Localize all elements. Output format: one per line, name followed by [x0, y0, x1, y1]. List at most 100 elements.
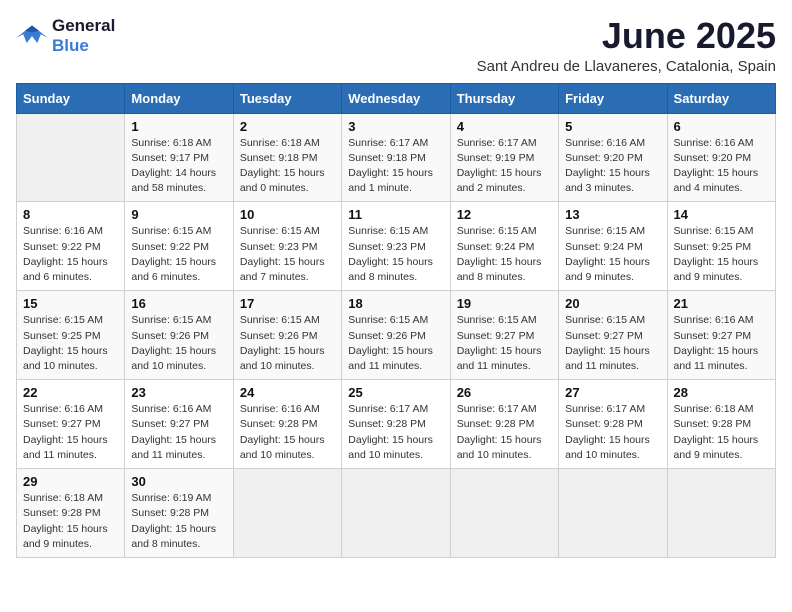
calendar-cell: 12Sunrise: 6:15 AMSunset: 9:24 PMDayligh…	[450, 202, 558, 291]
col-header-tuesday: Tuesday	[233, 83, 341, 113]
day-info: Sunrise: 6:15 AMSunset: 9:26 PMDaylight:…	[240, 313, 335, 374]
day-number: 16	[131, 296, 226, 311]
day-info: Sunrise: 6:16 AMSunset: 9:22 PMDaylight:…	[23, 224, 118, 285]
col-header-monday: Monday	[125, 83, 233, 113]
day-info: Sunrise: 6:17 AMSunset: 9:28 PMDaylight:…	[565, 402, 660, 463]
calendar-cell: 2 Sunrise: 6:18 AMSunset: 9:18 PMDaylight…	[233, 113, 341, 202]
calendar-table: SundayMondayTuesdayWednesdayThursdayFrid…	[16, 83, 776, 558]
day-info: Sunrise: 6:15 AMSunset: 9:25 PMDaylight:…	[674, 224, 769, 285]
day-info: Sunrise: 6:15 AMSunset: 9:23 PMDaylight:…	[348, 224, 443, 285]
calendar-cell: 21 Sunrise: 6:16 AMSunset: 9:27 PMDayligh…	[667, 291, 775, 380]
location-subtitle: Sant Andreu de Llavaneres, Catalonia, Sp…	[477, 58, 776, 75]
calendar-cell: 9 Sunrise: 6:15 AMSunset: 9:22 PMDaylight…	[125, 202, 233, 291]
day-number: 25	[348, 385, 443, 400]
calendar-cell: 11 Sunrise: 6:15 AMSunset: 9:23 PMDayligh…	[342, 202, 450, 291]
calendar-cell: 20Sunrise: 6:15 AMSunset: 9:27 PMDayligh…	[559, 291, 667, 380]
calendar-cell: 29Sunrise: 6:18 AMSunset: 9:28 PMDayligh…	[17, 469, 125, 558]
calendar-week-row: 29Sunrise: 6:18 AMSunset: 9:28 PMDayligh…	[17, 469, 776, 558]
calendar-week-row: 22 Sunrise: 6:16 AMSunset: 9:27 PMDayligh…	[17, 380, 776, 469]
day-number: 11	[348, 207, 443, 222]
day-info: Sunrise: 6:16 AMSunset: 9:20 PMDaylight:…	[674, 136, 769, 197]
calendar-cell: 13 Sunrise: 6:15 AMSunset: 9:24 PMDayligh…	[559, 202, 667, 291]
logo-text: General Blue	[52, 16, 115, 56]
day-number: 6	[674, 119, 769, 134]
day-number: 27	[565, 385, 660, 400]
calendar-cell: 22Sunrise: 6:16 AMSunset: 9:27 PMDayligh…	[17, 380, 125, 469]
calendar-cell	[342, 469, 450, 558]
calendar-cell	[667, 469, 775, 558]
day-number: 24	[240, 385, 335, 400]
calendar-cell: 6 Sunrise: 6:16 AMSunset: 9:20 PMDaylight…	[667, 113, 775, 202]
day-info: Sunrise: 6:15 AMSunset: 9:27 PMDaylight:…	[457, 313, 552, 374]
day-info: Sunrise: 6:17 AMSunset: 9:28 PMDaylight:…	[348, 402, 443, 463]
day-info: Sunrise: 6:17 AMSunset: 9:18 PMDaylight:…	[348, 136, 443, 197]
day-info: Sunrise: 6:18 AMSunset: 9:28 PMDaylight:…	[674, 402, 769, 463]
calendar-cell: 1Sunrise: 6:18 AMSunset: 9:17 PMDaylight…	[125, 113, 233, 202]
calendar-cell	[233, 469, 341, 558]
day-number: 14	[674, 207, 769, 222]
day-info: Sunrise: 6:19 AMSunset: 9:28 PMDaylight:…	[131, 491, 226, 552]
day-number: 17	[240, 296, 335, 311]
title-block: June 2025 Sant Andreu de Llavaneres, Cat…	[477, 16, 776, 75]
day-number: 15	[23, 296, 118, 311]
col-header-saturday: Saturday	[667, 83, 775, 113]
day-info: Sunrise: 6:17 AMSunset: 9:19 PMDaylight:…	[457, 136, 552, 197]
calendar-week-row: 8 Sunrise: 6:16 AMSunset: 9:22 PMDaylight…	[17, 202, 776, 291]
day-number: 8	[23, 207, 118, 222]
day-info: Sunrise: 6:18 AMSunset: 9:28 PMDaylight:…	[23, 491, 118, 552]
day-number: 22	[23, 385, 118, 400]
col-header-friday: Friday	[559, 83, 667, 113]
calendar-cell: 10 Sunrise: 6:15 AMSunset: 9:23 PMDayligh…	[233, 202, 341, 291]
calendar-cell: 19 Sunrise: 6:15 AMSunset: 9:27 PMDayligh…	[450, 291, 558, 380]
calendar-cell: 3 Sunrise: 6:17 AMSunset: 9:18 PMDaylight…	[342, 113, 450, 202]
day-number: 13	[565, 207, 660, 222]
day-number: 19	[457, 296, 552, 311]
day-info: Sunrise: 6:15 AMSunset: 9:22 PMDaylight:…	[131, 224, 226, 285]
day-info: Sunrise: 6:16 AMSunset: 9:27 PMDaylight:…	[131, 402, 226, 463]
day-number: 28	[674, 385, 769, 400]
day-info: Sunrise: 6:16 AMSunset: 9:27 PMDaylight:…	[674, 313, 769, 374]
calendar-cell: 24 Sunrise: 6:16 AMSunset: 9:28 PMDayligh…	[233, 380, 341, 469]
col-header-wednesday: Wednesday	[342, 83, 450, 113]
page-header: General Blue June 2025 Sant Andreu de Ll…	[16, 16, 776, 75]
day-info: Sunrise: 6:15 AMSunset: 9:23 PMDaylight:…	[240, 224, 335, 285]
day-number: 10	[240, 207, 335, 222]
calendar-week-row: 15 Sunrise: 6:15 AMSunset: 9:25 PMDayligh…	[17, 291, 776, 380]
day-info: Sunrise: 6:15 AMSunset: 9:26 PMDaylight:…	[131, 313, 226, 374]
calendar-cell: 18Sunrise: 6:15 AMSunset: 9:26 PMDayligh…	[342, 291, 450, 380]
month-title: June 2025	[477, 16, 776, 56]
day-number: 30	[131, 474, 226, 489]
calendar-cell: 14 Sunrise: 6:15 AMSunset: 9:25 PMDayligh…	[667, 202, 775, 291]
day-number: 9	[131, 207, 226, 222]
day-number: 5	[565, 119, 660, 134]
day-number: 20	[565, 296, 660, 311]
day-number: 21	[674, 296, 769, 311]
calendar-week-row: 1Sunrise: 6:18 AMSunset: 9:17 PMDaylight…	[17, 113, 776, 202]
calendar-cell: 5Sunrise: 6:16 AMSunset: 9:20 PMDaylight…	[559, 113, 667, 202]
day-info: Sunrise: 6:18 AMSunset: 9:18 PMDaylight:…	[240, 136, 335, 197]
day-number: 23	[131, 385, 226, 400]
day-info: Sunrise: 6:16 AMSunset: 9:28 PMDaylight:…	[240, 402, 335, 463]
calendar-cell: 23 Sunrise: 6:16 AMSunset: 9:27 PMDayligh…	[125, 380, 233, 469]
calendar-cell: 8 Sunrise: 6:16 AMSunset: 9:22 PMDaylight…	[17, 202, 125, 291]
day-number: 26	[457, 385, 552, 400]
day-number: 2	[240, 119, 335, 134]
calendar-cell: 25 Sunrise: 6:17 AMSunset: 9:28 PMDayligh…	[342, 380, 450, 469]
day-number: 3	[348, 119, 443, 134]
day-info: Sunrise: 6:15 AMSunset: 9:24 PMDaylight:…	[565, 224, 660, 285]
calendar-cell: 17 Sunrise: 6:15 AMSunset: 9:26 PMDayligh…	[233, 291, 341, 380]
calendar-cell: 15 Sunrise: 6:15 AMSunset: 9:25 PMDayligh…	[17, 291, 125, 380]
logo: General Blue	[16, 16, 115, 56]
calendar-cell: 30 Sunrise: 6:19 AMSunset: 9:28 PMDayligh…	[125, 469, 233, 558]
day-info: Sunrise: 6:17 AMSunset: 9:28 PMDaylight:…	[457, 402, 552, 463]
day-number: 1	[131, 119, 226, 134]
calendar-cell: 4 Sunrise: 6:17 AMSunset: 9:19 PMDaylight…	[450, 113, 558, 202]
day-info: Sunrise: 6:15 AMSunset: 9:26 PMDaylight:…	[348, 313, 443, 374]
calendar-cell: 16 Sunrise: 6:15 AMSunset: 9:26 PMDayligh…	[125, 291, 233, 380]
calendar-cell: 28 Sunrise: 6:18 AMSunset: 9:28 PMDayligh…	[667, 380, 775, 469]
col-header-thursday: Thursday	[450, 83, 558, 113]
col-header-sunday: Sunday	[17, 83, 125, 113]
day-number: 4	[457, 119, 552, 134]
day-info: Sunrise: 6:15 AMSunset: 9:25 PMDaylight:…	[23, 313, 118, 374]
calendar-cell	[17, 113, 125, 202]
